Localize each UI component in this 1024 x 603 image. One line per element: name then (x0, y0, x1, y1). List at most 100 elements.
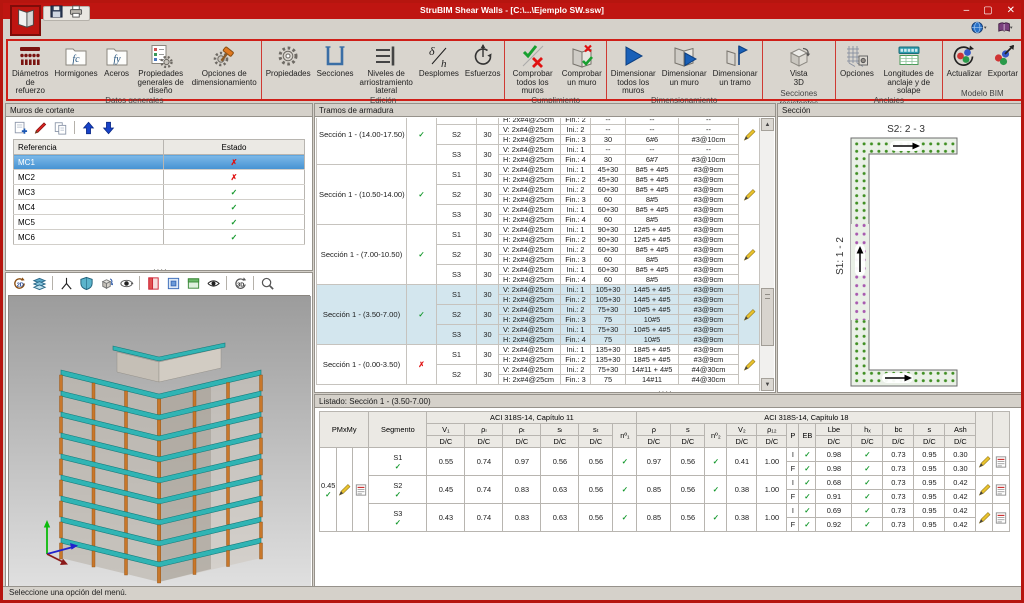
wall-row-mc4[interactable]: MC4✓ (14, 200, 305, 215)
wall-row-mc6[interactable]: MC6✓ (14, 230, 305, 245)
pmxmy-report-button[interactable] (353, 448, 369, 532)
span-row[interactable]: Sección 1 - (7.00-10.50)✓S130V: 2x#4@25c… (317, 225, 760, 235)
scrollbar-thumb[interactable] (761, 288, 774, 346)
edge-length: 60 (591, 275, 626, 285)
ribbon-button-propiedades-generales-de-dise-o[interactable]: Propiedades generales de diseño (133, 41, 189, 96)
boundary-value: 0.73 (883, 490, 914, 504)
app-menu-button[interactable] (10, 5, 41, 36)
wall-row-mc2[interactable]: MC2✗ (14, 170, 305, 185)
close-button[interactable]: ✕ (1007, 4, 1015, 18)
save-button[interactable] (50, 5, 63, 23)
edit-span-button[interactable] (739, 285, 760, 345)
ribbon-button-comprobar-todos-los-muros[interactable]: Comprobar todos los muros (506, 41, 558, 96)
check-row-s3-i[interactable]: S3✓0.430.740.830.630.56✓0.850.56✓0.381.0… (320, 504, 1010, 518)
scroll-up-button[interactable]: ▲ (761, 118, 774, 131)
minimize-button[interactable]: – (964, 4, 970, 18)
mesh-reinforcement: H: 2x#4@25cm (499, 118, 561, 125)
delete-wall-button[interactable] (32, 120, 49, 135)
copy-wall-button[interactable] (52, 120, 69, 135)
ribbon-button-opciones[interactable]: Opciones (837, 41, 877, 79)
span-row[interactable]: Sección 1 - (3.50-7.00)✓S130V: 2x#4@25cm… (317, 285, 760, 295)
span-row[interactable]: Sección 1 - (10.50-14.00)✓S130V: 2x#4@25… (317, 165, 760, 175)
visibility-icon[interactable] (204, 275, 222, 292)
layers-icon[interactable] (30, 275, 48, 292)
edit-segment-button[interactable] (976, 504, 993, 532)
edit-span-button[interactable] (739, 225, 760, 285)
ribbon-button-dimensionar-un-tramo[interactable]: Dimensionar un tramo (710, 41, 761, 87)
segment-report-button[interactable] (993, 448, 1010, 476)
ribbon-button-opciones-de-dimensionamiento[interactable]: Opciones de dimensionamiento (189, 41, 260, 87)
ribbon-button-comprobar-un-muro[interactable]: Comprobar un muro (559, 41, 605, 87)
ribbon-button-aceros[interactable]: fyAceros (101, 41, 133, 79)
ribbon-button-dimensionar-un-muro[interactable]: Dimensionar un muro (659, 41, 710, 87)
web-globe-icon[interactable] (971, 21, 987, 39)
check-row-s1-i[interactable]: 0.45✓S1✓0.550.740.970.560.56✓0.970.56✓0.… (320, 448, 1010, 462)
boundary-value: I (787, 476, 799, 490)
ribbon-button-di-metros-de-refuerzo[interactable]: Diámetros de refuerzo (9, 41, 51, 96)
segment-thickness: 30 (477, 165, 499, 185)
blue-panel-icon[interactable] (164, 275, 182, 292)
mesh-reinforcement: V: 2x#4@25cm (499, 185, 561, 195)
help-book-icon[interactable] (997, 21, 1013, 39)
ribbon-button-esfuerzos[interactable]: Esfuerzos (462, 41, 504, 79)
vertical-scrollbar[interactable]: ▲ ▼ (759, 118, 774, 391)
ribbon-button-desplomes[interactable]: δhDesplomes (416, 41, 462, 79)
splitter-handle[interactable]: ···· (153, 268, 168, 272)
maximize-button[interactable]: ▢ (983, 4, 992, 18)
edit-span-button[interactable] (739, 345, 760, 385)
add-wall-button[interactable] (12, 120, 29, 135)
scroll-down-button[interactable]: ▼ (761, 378, 774, 391)
wall-row-mc5[interactable]: MC5✓ (14, 215, 305, 230)
segment-report-button[interactable] (993, 504, 1010, 532)
check-col-n: nº₂ (705, 424, 727, 448)
rotate-2d-icon[interactable]: 2D (10, 275, 28, 292)
print-button[interactable] (69, 5, 83, 23)
rotate-3d-icon[interactable]: 3D (231, 275, 249, 292)
wall-row-mc3[interactable]: MC3✓ (14, 185, 305, 200)
wall-row-mc1[interactable]: MC1✗ (14, 155, 305, 170)
segment-thickness: 30 (477, 205, 499, 225)
cube-rotate-icon[interactable] (97, 275, 115, 292)
green-panel-icon[interactable] (184, 275, 202, 292)
orbit-view-icon[interactable] (117, 275, 135, 292)
zoom-icon[interactable] (258, 275, 276, 292)
edge-stirrups: #3@10cm (679, 135, 739, 145)
red-panel-icon[interactable] (144, 275, 162, 292)
cap11-value: 0.74 (465, 504, 503, 532)
ribbon-button-label: Opciones de dimensionamiento (192, 70, 257, 87)
report-panel-title: Listado: Sección 1 - (3.50-7.00) (315, 395, 1024, 408)
column-header-referencia[interactable]: Referencia (14, 140, 164, 155)
ribbon-button-hormigones[interactable]: fcHormigones (51, 41, 100, 79)
column-header-estado[interactable]: Estado (164, 140, 305, 155)
check-col-bc: bc (883, 424, 914, 436)
check-icon: ✓ (713, 513, 719, 522)
edge-length: 90+30 (591, 225, 626, 235)
check-icon: ✓ (622, 485, 628, 494)
move-down-button[interactable] (100, 120, 117, 135)
edit-segment-button[interactable] (976, 476, 993, 504)
ribbon-button-dimensionar-todos-los-muros[interactable]: Dimensionar todos los muros (608, 41, 659, 96)
edit-pmxmy-button[interactable] (337, 448, 353, 532)
ribbon-button-vista-3d[interactable]: Vista 3D (783, 41, 815, 87)
splitter-handle[interactable]: ···· (658, 390, 673, 394)
edit-segment-button[interactable] (976, 448, 993, 476)
segment-report-button[interactable] (993, 476, 1010, 504)
ribbon-button-propiedades[interactable]: Propiedades (263, 41, 314, 79)
ribbon-button-secciones[interactable]: Secciones (314, 41, 357, 79)
status-bar: Seleccione una opción del menú. (3, 586, 1021, 600)
ribbon-button-exportar[interactable]: Exportar (985, 41, 1021, 79)
shield-icon[interactable] (77, 275, 95, 292)
edge-length: 60 (591, 195, 626, 205)
edit-span-button[interactable] (739, 118, 760, 165)
edge-bars: 10#5 + 4#5 (626, 325, 679, 335)
ribbon-button-niveles-de-arriostramiento-lateral[interactable]: Niveles de arriostramiento lateral (357, 41, 416, 96)
viewport-3d[interactable] (8, 295, 310, 587)
axes-icon[interactable] (57, 275, 75, 292)
span-row[interactable]: Sección 1 - (0.00-3.50)✗S130V: 2x#4@25cm… (317, 345, 760, 355)
check-row-s2-i[interactable]: S2✓0.450.740.830.630.56✓0.850.56✓0.381.0… (320, 476, 1010, 490)
move-up-button[interactable] (80, 120, 97, 135)
ribbon-button-longitudes-de-anclaje-y-de-solape[interactable]: Longitudes de anclaje y de solape (877, 41, 941, 96)
edit-span-button[interactable] (739, 165, 760, 225)
section-drawing[interactable]: S2: 2 - 3 S1: 1 - 2 S3: 1 - 4 (779, 118, 1023, 391)
ribbon-button-actualizar[interactable]: Actualizar (944, 41, 985, 79)
